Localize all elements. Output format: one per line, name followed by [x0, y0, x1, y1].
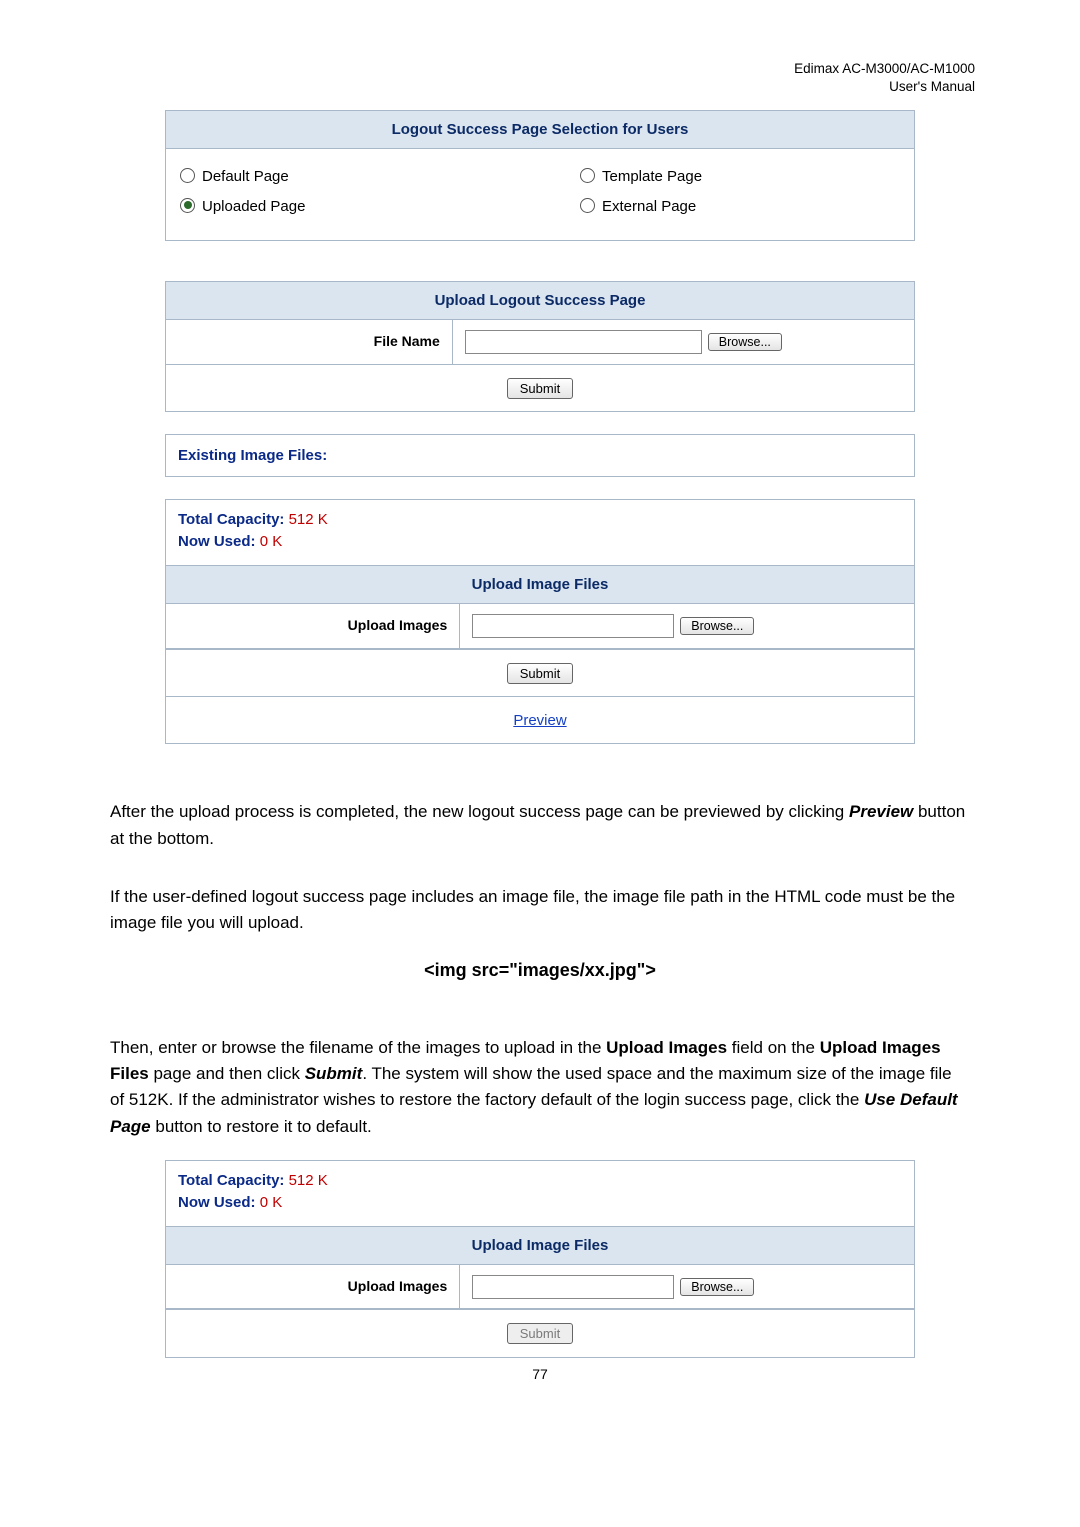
paragraph-1: After the upload process is completed, t…: [110, 799, 970, 852]
lower-panel: Total Capacity: 512 K Now Used: 0 K Uplo…: [165, 1160, 915, 1358]
radio-icon: [580, 198, 595, 213]
logout-selection-title: Logout Success Page Selection for Users: [166, 111, 914, 149]
option-external-page[interactable]: External Page: [580, 195, 900, 218]
submit-button[interactable]: Submit: [507, 1323, 573, 1344]
file-name-label: File Name: [166, 320, 453, 364]
upload-image-files-panel: Upload Image Files Upload Images Browse.…: [165, 565, 915, 745]
doc-header-line1: Edimax AC-M3000/AC-M1000: [794, 60, 975, 78]
doc-header-line2: User's Manual: [794, 78, 975, 96]
upload-logout-title: Upload Logout Success Page: [166, 282, 914, 320]
lower-upload-input[interactable]: [472, 1275, 674, 1299]
radio-icon: [180, 168, 195, 183]
option-uploaded-page[interactable]: Uploaded Page: [180, 195, 500, 218]
total-capacity-label: Total Capacity:: [178, 511, 289, 528]
upload-images-input[interactable]: [472, 614, 674, 638]
paragraph-3: Then, enter or browse the filename of th…: [110, 1035, 970, 1140]
radio-icon: [580, 168, 595, 183]
submit-button[interactable]: Submit: [507, 663, 573, 684]
logout-selection-panel: Logout Success Page Selection for Users …: [165, 110, 915, 241]
upload-logout-panel: Upload Logout Success Page File Name Bro…: [165, 281, 915, 412]
total-capacity-value: 512 K: [289, 511, 328, 528]
submit-button[interactable]: Submit: [507, 378, 573, 399]
radio-icon: [180, 198, 195, 213]
page-number: 77: [110, 1364, 970, 1386]
now-used-label: Now Used:: [178, 533, 260, 550]
browse-button[interactable]: Browse...: [680, 617, 754, 635]
selection-left-col: Default Page Uploaded Page: [180, 159, 500, 224]
option-default-page[interactable]: Default Page: [180, 165, 500, 188]
doc-header: Edimax AC-M3000/AC-M1000 User's Manual: [794, 60, 975, 96]
file-name-input[interactable]: [465, 330, 702, 354]
existing-image-files-panel: Existing Image Files:: [165, 434, 915, 477]
browse-button[interactable]: Browse...: [680, 1278, 754, 1296]
code-snippet: <img src="images/xx.jpg">: [110, 957, 970, 985]
lower-upload-label: Upload Images: [166, 1265, 460, 1309]
selection-right-col: Template Page External Page: [500, 159, 900, 224]
paragraph-2: If the user-defined logout success page …: [110, 884, 970, 937]
upload-images-label: Upload Images: [166, 604, 460, 648]
body-text: After the upload process is completed, t…: [110, 799, 970, 1140]
capacity-panel: Total Capacity: 512 K Now Used: 0 K: [165, 499, 915, 565]
upload-image-files-title: Upload Image Files: [166, 566, 914, 604]
lower-upload-title: Upload Image Files: [166, 1227, 914, 1265]
browse-button[interactable]: Browse...: [708, 333, 782, 351]
option-template-page[interactable]: Template Page: [580, 165, 900, 188]
preview-link[interactable]: Preview: [513, 712, 566, 729]
now-used-value: 0 K: [260, 533, 283, 550]
